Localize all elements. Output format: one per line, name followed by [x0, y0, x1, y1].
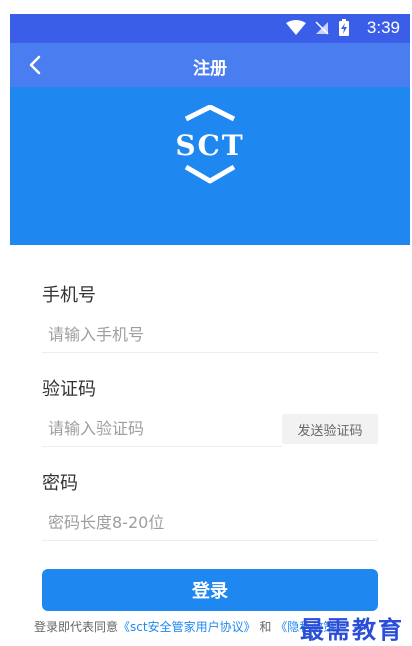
no-signal-icon	[315, 21, 329, 35]
logo-text: SCT	[175, 129, 245, 162]
watermark: 最需教育	[300, 615, 404, 644]
page-title: 注册	[193, 59, 227, 79]
phone-input[interactable]	[42, 317, 378, 353]
battery-charging-icon	[339, 19, 349, 36]
logo: SCT	[172, 104, 248, 185]
user-agreement-link[interactable]: 《sct安全管家用户协议》	[118, 620, 256, 634]
code-label: 验证码	[42, 379, 96, 400]
screen: 3:39 注册 SCT 手机号 验证码 发送验证码 密码 登录 登录即代表同意《…	[10, 14, 410, 646]
phone-label: 手机号	[42, 285, 96, 306]
status-icons	[286, 19, 350, 37]
banner: SCT	[10, 87, 410, 245]
send-code-button[interactable]: 发送验证码	[282, 414, 378, 444]
code-input[interactable]	[42, 411, 282, 447]
wifi-icon	[286, 20, 306, 35]
login-button[interactable]: 登录	[42, 569, 378, 611]
app-bar: 注册	[10, 43, 410, 87]
password-input[interactable]	[42, 505, 378, 541]
password-label: 密码	[42, 473, 78, 494]
agreement-conj: 和	[259, 620, 272, 634]
status-time: 3:39	[366, 18, 400, 37]
status-bar: 3:39	[10, 14, 410, 43]
agreement-prefix: 登录即代表同意	[34, 620, 119, 634]
